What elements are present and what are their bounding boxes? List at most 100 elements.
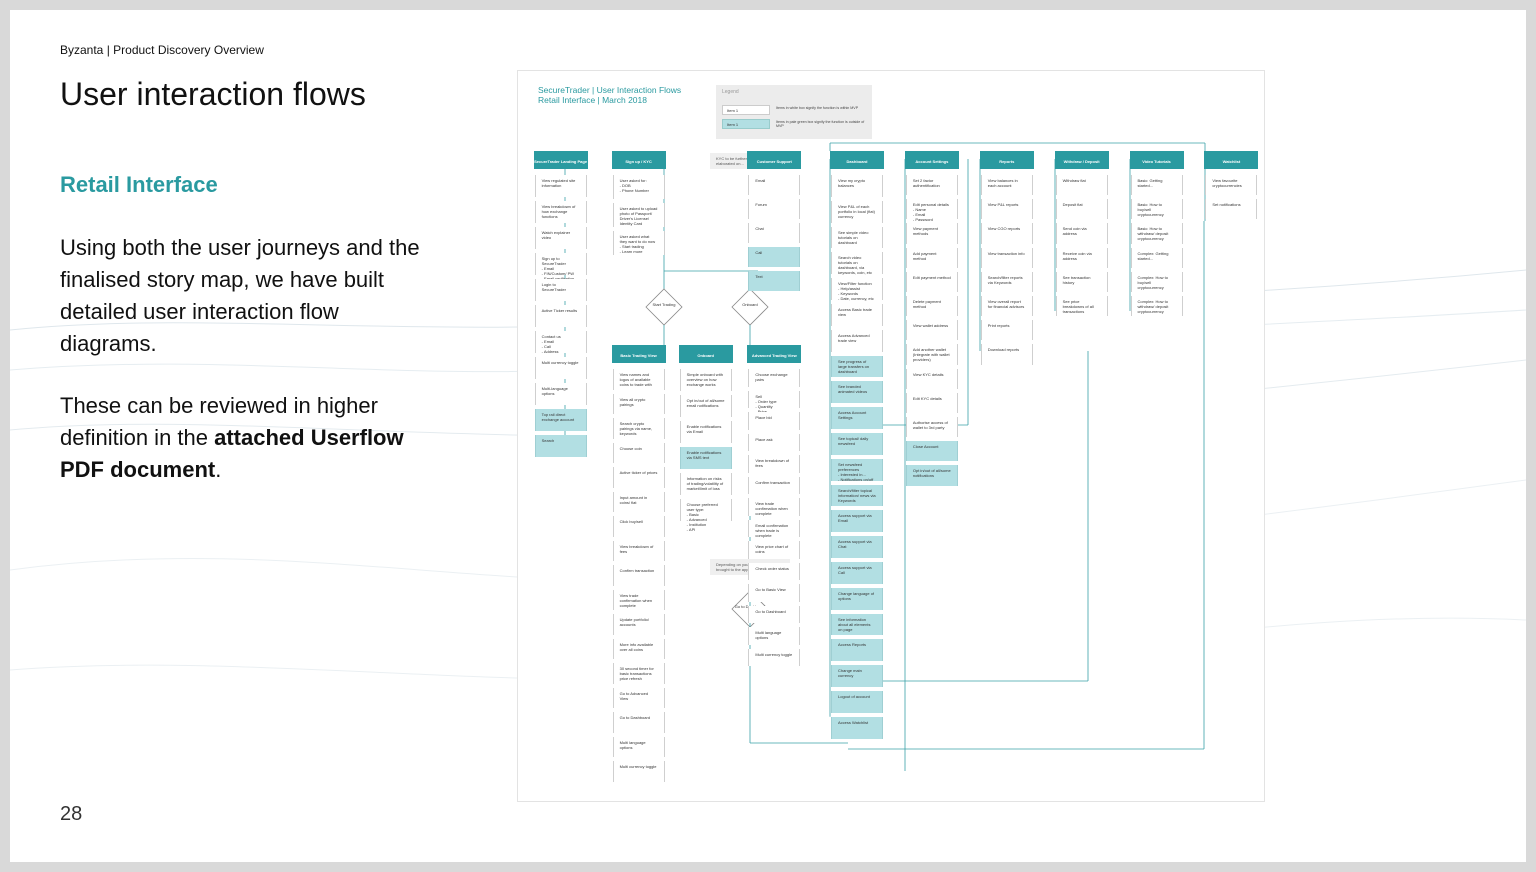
flow-node: Go to Advanced View [612,687,665,708]
flow-node: Basic: Getting started... [1130,175,1183,196]
legend-teal-description: Items in pale green box signify the func… [776,120,865,128]
flow-node: View overall report for financial adviso… [980,296,1033,317]
brand-line: Byzanta | Product Discovery Overview [60,43,264,57]
flow-node: Check order status [748,562,801,580]
flow-node: Enable notifications via SMS text [679,447,732,469]
flow-node: View regulated site information [534,175,587,197]
flow-node: View favourite cryptocurrencies [1205,175,1258,196]
user-flow-diagram: SecureTrader | User Interaction Flows Re… [517,70,1265,802]
flow-node: Complex: Getting started... [1130,247,1183,268]
flow-node: Sell - Order type - Quantity - Price [748,390,801,413]
flow-node: Access support via Call [831,562,883,584]
flow-node: Access Reports [831,639,883,662]
flow-node: Input amount in coins/ fiat [612,491,665,512]
legend-heading: Legend [722,89,739,95]
flow-node: View my crypto balances [831,175,883,197]
flow-node: Go to Dashboard [612,712,665,733]
brand-subtitle: Product Discovery Overview [113,43,264,57]
flow-node: User asked to upload photo of Passport/ … [612,203,665,227]
diagram-title-line-1: SecureTrader | User Interaction Flows [538,85,682,95]
onboard-diamond [731,288,769,326]
flow-node: User asked for: - DOB - Phone Number [612,175,665,199]
flow-node: Edit personal details - Name - Email - P… [905,199,958,227]
legend-white-swatch: Item 1 [722,105,770,115]
flow-node: Edit KYC details [905,392,958,413]
legend: Legend Item 1 Items in white box signify… [716,85,872,139]
flow-node: Logout of account [831,691,883,713]
flow-node: Search [534,435,587,457]
flow-node: Delete payment method [905,296,958,317]
flow-node: Sign up to SecureTrader - Email - FIN/Cu… [534,253,587,291]
flow-node: Click buy/sell [612,516,665,537]
flow-node: View balances in each account [980,175,1033,196]
flow-node: Chat [748,223,801,243]
column-header: Video Tutorials [1129,151,1184,169]
flow-node: Search crypto pairings via name, keyword… [612,418,665,439]
flow-node: Search/filter topical information/ news … [831,484,883,507]
flow-node: Top rail direct exchange account [534,409,587,431]
flow-node: Multi currency toggle [748,648,801,666]
brand-name: Byzanta [60,43,104,57]
diamond-start-trading-label: Start Trading [652,302,676,307]
column-header: Onboard [678,345,733,363]
flow-node: See progress of large transfers on dashb… [831,355,883,378]
flow-node: Add payment method [905,247,958,268]
flow-node: Access support via Email [831,510,883,533]
flow-node: Confirm transaction [612,565,665,586]
flow-node: Deposit fiat [1055,199,1108,220]
flow-node: Search video tutorials on dashboard, via… [831,252,883,275]
flow-node: Access Basic trade view [831,304,883,326]
flow-node: Active ticker of prices [612,467,665,488]
flow-node: Access Account Settings [831,407,883,429]
legend-white-description: Items in white box signify the function … [776,106,859,110]
flow-node: View trade confirmation when complete [612,589,665,610]
flow-node: Receive coin via address [1055,247,1108,268]
flow-node: Basic: How to withdraw/ deposit cryptocu… [1130,223,1183,244]
flow-node: Print reports [980,320,1033,341]
flow-node: View trade confirmation when complete [748,498,801,516]
flow-node: Set 2 factor authentification [905,175,958,196]
flow-node: Call [748,247,801,267]
flow-node: More info available over all coins [612,638,665,659]
flow-node: Place ask [748,433,801,451]
start-trading-diamond [645,288,683,326]
section-subtitle: Retail Interface [60,172,218,197]
flow-node: Simple onboard with overview on how exch… [679,369,732,391]
flow-node: Close Account [905,441,958,462]
flow-node: Text [748,271,801,291]
flow-node: Email confirmation when trade is complet… [748,519,801,537]
flow-node: View breakdown of how exchange functions [534,201,587,223]
flow-node: Login to SecureTrader [534,279,587,301]
flow-node: Withdraw fiat [1055,175,1108,196]
column-header: Sign up / KYC [611,151,666,169]
flow-node: See simple video tutorials on dashboard [831,226,883,249]
flow-node: Contact us - Email - Call - Address [534,331,587,354]
flow-node: Basic: How to buy/sell cryptocurrency [1130,199,1183,220]
flow-node: Opt in/out of all/some notifications [905,465,958,486]
flow-node: Multi currency toggle [612,761,665,782]
flow-node: See information about all elements on pa… [831,613,883,636]
body-paragraph-2: These can be reviewed in higher definiti… [60,390,440,486]
flow-node: Email [748,175,801,195]
flow-node: 30 second timer for basic transactions p… [612,663,665,684]
flow-node: View breakdown of fees [612,540,665,561]
flow-node: Confirm transaction [748,476,801,494]
flow-node: Authorise access of wallet to 3rd party [905,417,958,438]
flow-node: Access Watchlist [831,716,883,739]
flow-node: Set notifications [1205,199,1258,220]
flow-node: View breakdown of fees [748,455,801,473]
column-header: Basic Trading View [611,345,666,363]
page-number: 28 [60,803,83,825]
flow-node: Choose coin [612,442,665,463]
flow-node: Active Ticker results [534,305,587,327]
flow-node: View payment methods [905,223,958,244]
flow-node: Go to Dashboard [748,605,801,623]
flow-node: Access support via Chat [831,536,883,558]
diagram-title-line-2: Retail Interface | March 2018 [538,95,647,105]
flow-node: Complex: How to buy/sell cryptocurrency [1130,271,1183,292]
flow-node: Place bid [748,412,801,430]
flow-node: Access Advanced trade view [831,329,883,352]
flow-node: Add another wallet (Integrate with walle… [905,344,958,365]
flow-node: Choose preferred user type: - Basic - Ad… [679,499,732,532]
flow-node: View price chart of coins [748,541,801,559]
